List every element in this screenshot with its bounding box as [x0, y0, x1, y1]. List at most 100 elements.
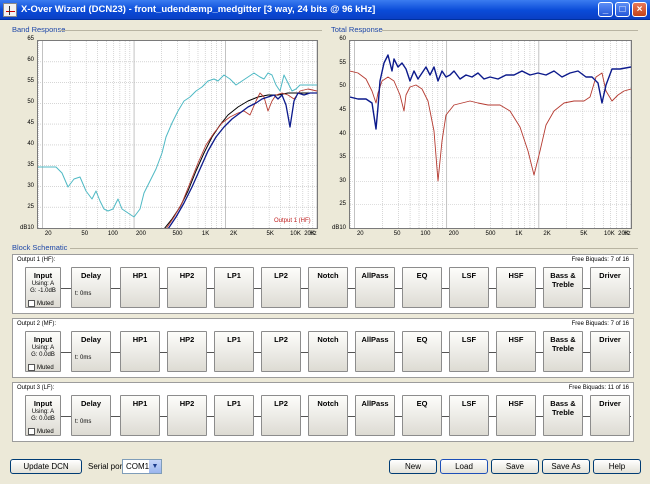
- hsf-block[interactable]: HSF: [496, 267, 536, 308]
- hp2-block[interactable]: HP2: [167, 395, 207, 436]
- block-label: Bass & Treble: [550, 399, 576, 417]
- input-block[interactable]: Input Using: A G: 0.0dB Muted: [25, 395, 61, 436]
- save-button[interactable]: Save: [491, 459, 539, 474]
- muted-checkbox[interactable]: Muted: [28, 364, 54, 373]
- block-label: Notch: [317, 399, 339, 408]
- eq-block[interactable]: EQ: [402, 331, 442, 372]
- block-label: HSF: [508, 335, 524, 344]
- input-block[interactable]: Input Using: A G: 0.0dB Muted: [25, 331, 61, 372]
- block-label: HP1: [132, 399, 148, 408]
- band-y-tick: 60: [27, 57, 34, 63]
- allpass-block[interactable]: AllPass: [355, 395, 395, 436]
- band-series-label: Output 1 (HF): [274, 218, 311, 224]
- maximize-icon[interactable]: □: [615, 2, 630, 17]
- band-x-tick: 20: [44, 231, 52, 237]
- driver-block[interactable]: Driver: [590, 267, 630, 308]
- lp1-block[interactable]: LP1: [214, 395, 254, 436]
- hp1-block[interactable]: HP1: [120, 267, 160, 308]
- delay-value: t: 0ms: [75, 291, 92, 297]
- eq-block[interactable]: EQ: [402, 267, 442, 308]
- save-as-button[interactable]: Save As: [542, 459, 590, 474]
- close-icon[interactable]: ×: [632, 2, 647, 17]
- total-y-tick: 30: [339, 177, 346, 184]
- checkbox-icon[interactable]: [28, 300, 35, 307]
- delay-block[interactable]: Delay t: 0ms: [71, 331, 111, 372]
- block-label: Driver: [599, 399, 621, 408]
- input-using: Using: A: [31, 281, 55, 287]
- block-label: LSF: [461, 335, 477, 344]
- hp1-block[interactable]: HP1: [120, 395, 160, 436]
- block-label: Driver: [599, 335, 621, 344]
- band-x-tick: 200: [135, 231, 146, 237]
- input-block[interactable]: Input Using: A G: -1.0dB Muted: [25, 267, 61, 308]
- band-y-tick: 40: [27, 141, 34, 147]
- block-label: AllPass: [361, 271, 389, 280]
- total-y-tick: 55: [339, 59, 346, 66]
- hsf-block[interactable]: HSF: [496, 395, 536, 436]
- total-y-tick: 60: [339, 36, 346, 42]
- hsf-block[interactable]: HSF: [496, 331, 536, 372]
- minimize-icon[interactable]: _: [598, 2, 613, 17]
- notch-block[interactable]: Notch: [308, 395, 348, 436]
- delay-block[interactable]: Delay t: 0ms: [71, 267, 111, 308]
- lp2-block[interactable]: LP2: [261, 395, 301, 436]
- allpass-block[interactable]: AllPass: [355, 267, 395, 308]
- free-biquads-label: Free Biquads: 7 of 16: [571, 321, 629, 327]
- delay-value: t: 0ms: [75, 419, 92, 425]
- hp2-block[interactable]: HP2: [167, 331, 207, 372]
- bass-treble-block[interactable]: Bass & Treble: [543, 267, 583, 308]
- serial-port-select[interactable]: COM1 ▼: [122, 459, 162, 474]
- update-dcn-button[interactable]: Update DCN: [10, 459, 82, 474]
- help-button[interactable]: Help: [593, 459, 641, 474]
- block-label: HSF: [508, 399, 524, 408]
- block-label: HP2: [179, 399, 195, 408]
- chevron-down-icon[interactable]: ▼: [149, 460, 161, 473]
- total-y-tick: 35: [339, 154, 346, 161]
- band-x-tick: 1K: [201, 231, 210, 237]
- block-label: HP1: [132, 335, 148, 344]
- driver-block[interactable]: Driver: [590, 331, 630, 372]
- block-label: Driver: [599, 271, 621, 280]
- lsf-block[interactable]: LSF: [449, 331, 489, 372]
- muted-checkbox[interactable]: Muted: [28, 428, 54, 437]
- total-response-plot: [350, 41, 631, 228]
- hp2-block[interactable]: HP2: [167, 267, 207, 308]
- lsf-block[interactable]: LSF: [449, 395, 489, 436]
- input-label: Input: [33, 399, 53, 408]
- free-biquads-label: Free Biquads: 11 of 16: [568, 385, 629, 391]
- notch-block[interactable]: Notch: [308, 267, 348, 308]
- total-y-tick: 40: [339, 130, 346, 137]
- lp2-block[interactable]: LP2: [261, 267, 301, 308]
- hp1-block[interactable]: HP1: [120, 331, 160, 372]
- input-label: Input: [33, 271, 53, 280]
- output-title: Output 1 (HF):: [17, 257, 56, 263]
- new-button[interactable]: New: [389, 459, 437, 474]
- allpass-block[interactable]: AllPass: [355, 331, 395, 372]
- eq-block[interactable]: EQ: [402, 395, 442, 436]
- total-x-tick: Hz: [623, 231, 631, 237]
- bass-treble-block[interactable]: Bass & Treble: [543, 395, 583, 436]
- muted-checkbox[interactable]: Muted: [28, 300, 54, 309]
- checkbox-icon[interactable]: [28, 428, 35, 435]
- lsf-block[interactable]: LSF: [449, 267, 489, 308]
- band-x-tick: 100: [107, 231, 118, 237]
- lp1-block[interactable]: LP1: [214, 331, 254, 372]
- block-label: LSF: [461, 399, 477, 408]
- block-label: LP2: [274, 399, 288, 408]
- notch-block[interactable]: Notch: [308, 331, 348, 372]
- block-label: EQ: [416, 271, 428, 280]
- load-button[interactable]: Load: [440, 459, 488, 474]
- delay-block[interactable]: Delay t: 0ms: [71, 395, 111, 436]
- driver-block[interactable]: Driver: [590, 395, 630, 436]
- checkbox-icon[interactable]: [28, 364, 35, 371]
- app-icon: [3, 3, 17, 17]
- serial-port-value: COM1: [126, 462, 150, 471]
- bass-treble-block[interactable]: Bass & Treble: [543, 331, 583, 372]
- lp2-block[interactable]: LP2: [261, 331, 301, 372]
- muted-label: Muted: [37, 365, 54, 372]
- band-y-tick: dB10: [19, 225, 34, 231]
- lp1-block[interactable]: LP1: [214, 267, 254, 308]
- navy-series: [167, 92, 317, 228]
- block-label: Delay: [80, 335, 101, 344]
- title-bar[interactable]: X-Over Wizard (DCN23) - front_udendæmp_m…: [0, 0, 650, 20]
